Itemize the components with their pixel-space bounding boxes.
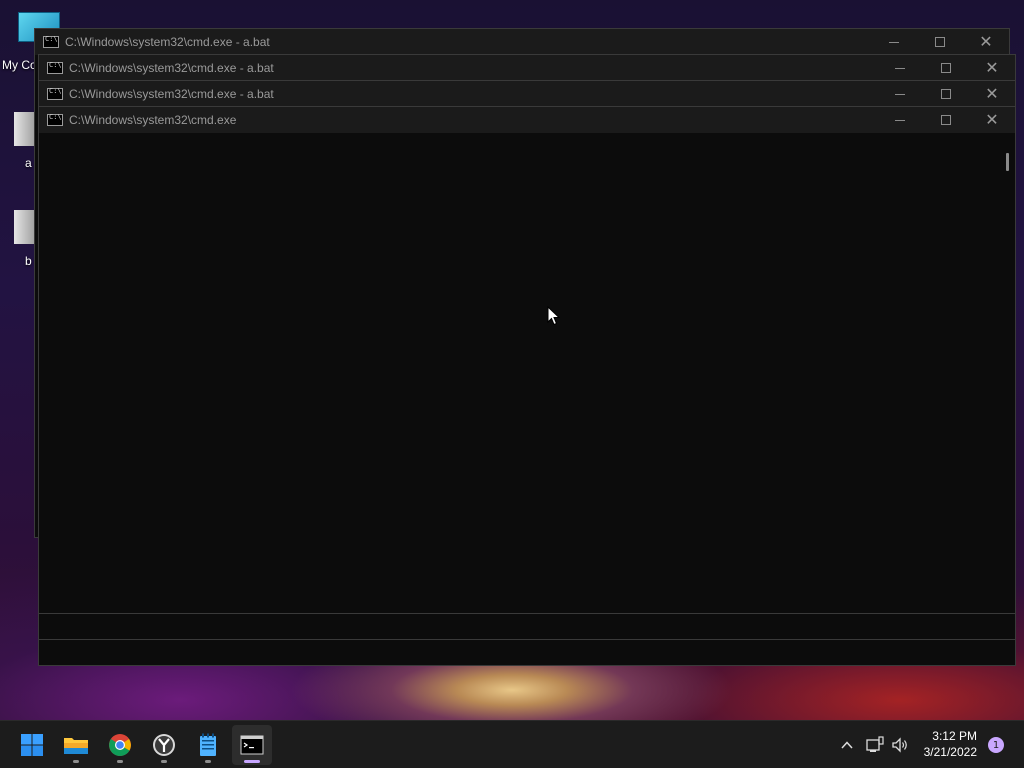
taskbar-indicator — [205, 760, 211, 763]
minimize-icon — [895, 93, 905, 95]
cmd-app-icon — [47, 87, 63, 100]
title-bar[interactable]: C:\Windows\system32\cmd.exe - a.bat ✕ — [39, 81, 1015, 107]
taskbar-notepad[interactable] — [188, 725, 228, 765]
taskbar: 3:12 PM 3/21/2022 1 — [0, 720, 1024, 768]
notification-badge[interactable]: 1 — [988, 737, 1004, 753]
console-output-area[interactable] — [39, 133, 999, 613]
close-icon: ✕ — [985, 84, 999, 103]
command-prompt-icon — [240, 735, 264, 755]
clock-time: 3:12 PM — [932, 729, 977, 743]
desktop: My Co a b C:\Windows\system32\cmd.exe - … — [0, 0, 1024, 720]
maximize-icon — [935, 37, 945, 47]
taskbar-chrome[interactable] — [100, 725, 140, 765]
taskbar-command-prompt[interactable] — [232, 725, 272, 765]
window-title: C:\Windows\system32\cmd.exe - a.bat — [65, 35, 270, 49]
cmd-window-4[interactable]: C:\Windows\system32\cmd.exe ✕ — [38, 106, 1016, 614]
maximize-icon — [941, 115, 951, 125]
window-title: C:\Windows\system32\cmd.exe — [69, 113, 237, 127]
minimize-button[interactable] — [871, 29, 917, 55]
clock[interactable]: 3:12 PM 3/21/2022 — [915, 729, 977, 763]
scrollbar-thumb[interactable] — [1006, 153, 1009, 171]
cmd-app-icon — [43, 35, 59, 48]
maximize-button[interactable] — [923, 55, 969, 81]
close-button[interactable]: ✕ — [963, 29, 1009, 55]
chrome-icon — [109, 734, 131, 756]
maximize-button[interactable] — [923, 81, 969, 107]
mouse-cursor-icon — [547, 306, 561, 326]
taskbar-indicator — [161, 760, 167, 763]
desktop-icon-label: a — [25, 156, 32, 170]
batch-file-icon — [14, 112, 36, 146]
desktop-icon-label: b — [25, 254, 32, 268]
minimize-icon — [895, 119, 905, 121]
windows-start-icon — [21, 734, 43, 756]
vertical-scrollbar[interactable] — [999, 133, 1015, 613]
cmd-app-icon — [47, 61, 63, 74]
maximize-icon — [941, 63, 951, 73]
browser-icon — [153, 734, 175, 756]
start-button[interactable] — [12, 725, 52, 765]
minimize-icon — [895, 67, 905, 69]
close-icon: ✕ — [985, 110, 999, 129]
desktop-icon-label: My Co — [2, 58, 37, 72]
minimize-button[interactable] — [877, 55, 923, 81]
close-button[interactable]: ✕ — [969, 107, 1015, 133]
notepad-icon — [200, 733, 216, 756]
volume-icon[interactable] — [891, 736, 909, 754]
title-bar[interactable]: C:\Windows\system32\cmd.exe ✕ — [39, 107, 1015, 133]
cmd-app-icon — [47, 113, 63, 126]
taskbar-indicator — [73, 760, 79, 763]
close-button[interactable]: ✕ — [969, 55, 1015, 81]
taskbar-file-explorer[interactable] — [56, 725, 96, 765]
file-icon — [14, 210, 36, 244]
folder-icon — [64, 738, 88, 754]
taskbar-browser[interactable] — [144, 725, 184, 765]
maximize-button[interactable] — [917, 29, 963, 55]
taskbar-indicator — [244, 760, 260, 763]
show-hidden-icons-chevron-icon[interactable] — [840, 738, 854, 752]
window-title: C:\Windows\system32\cmd.exe - a.bat — [69, 87, 274, 101]
minimize-button[interactable] — [877, 107, 923, 133]
taskbar-indicator — [117, 760, 123, 763]
clock-date: 3/21/2022 — [923, 745, 977, 759]
maximize-button[interactable] — [923, 107, 969, 133]
maximize-icon — [941, 89, 951, 99]
minimize-button[interactable] — [877, 81, 923, 107]
close-button[interactable]: ✕ — [969, 81, 1015, 107]
close-icon: ✕ — [979, 32, 993, 51]
title-bar[interactable]: C:\Windows\system32\cmd.exe - a.bat ✕ — [39, 55, 1015, 81]
close-icon: ✕ — [985, 58, 999, 77]
window-title: C:\Windows\system32\cmd.exe - a.bat — [69, 61, 274, 75]
title-bar[interactable]: C:\Windows\system32\cmd.exe - a.bat ✕ — [35, 29, 1009, 55]
minimize-icon — [889, 41, 899, 43]
network-icon[interactable] — [866, 736, 884, 754]
